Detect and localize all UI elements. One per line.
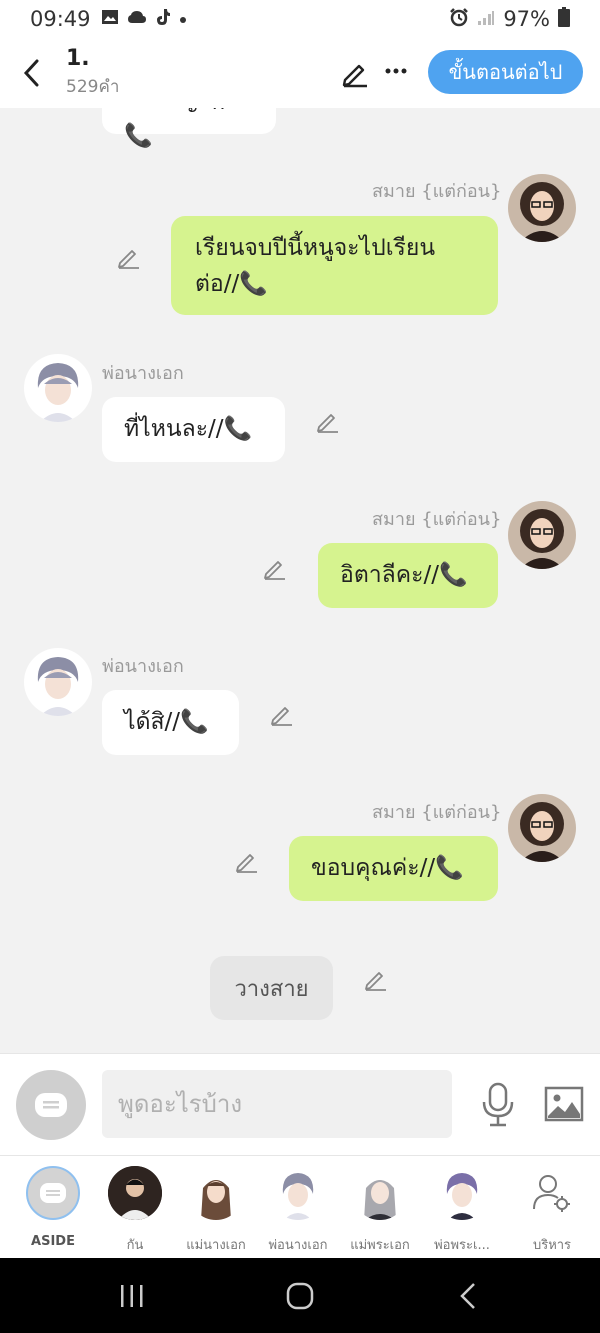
character-aside[interactable]: ASIDE — [13, 1166, 93, 1249]
battery-level: 97% — [503, 7, 550, 31]
speaker-name: สมาย {แต่ก่อน} — [372, 802, 502, 823]
message-text: จ่ายบัญชี//📞 — [124, 108, 229, 149]
home-button[interactable] — [280, 1278, 320, 1314]
avatar — [108, 1166, 162, 1220]
message-type-button[interactable] — [16, 1070, 86, 1140]
character-label: แม่นางเอก — [186, 1238, 246, 1253]
avatar — [353, 1166, 407, 1220]
recent-apps-button[interactable] — [112, 1278, 152, 1314]
edit-message-button[interactable] — [262, 555, 288, 581]
chat-bubble-icon — [40, 1183, 66, 1203]
edit-message-button[interactable] — [269, 701, 295, 727]
avatar-smile[interactable] — [508, 174, 576, 242]
avatar-smile[interactable] — [508, 794, 576, 862]
speaker-name: พ่อนางเอก — [102, 363, 184, 384]
character-label: แม่พระเอก — [350, 1238, 410, 1253]
chevron-left-icon — [23, 59, 39, 87]
speaker-name: พ่อนางเอก — [102, 656, 184, 677]
user-settings-icon — [525, 1166, 579, 1220]
system-message[interactable]: วางสาย — [210, 956, 333, 1020]
character-label: พ่อพระเ... — [434, 1238, 490, 1253]
message-bubble-outgoing[interactable]: ขอบคุณค่ะ//📞 — [289, 836, 498, 901]
message-input-bar — [0, 1053, 600, 1155]
chat-bubble-icon — [35, 1093, 67, 1117]
pencil-icon — [118, 250, 139, 269]
character-label: บริหาร — [532, 1238, 572, 1253]
battery-icon — [558, 6, 570, 32]
back-button[interactable] — [0, 38, 62, 108]
message-text: ที่ไหนละ//📞 — [124, 416, 253, 442]
pencil-icon — [264, 561, 285, 580]
image-icon — [544, 1086, 584, 1122]
edit-title-button[interactable] — [340, 58, 370, 88]
speaker-name: สมาย {แต่ก่อน} — [372, 509, 502, 530]
page-title: 1. — [66, 46, 90, 71]
message-text: ขอบคุณค่ะ//📞 — [311, 855, 464, 881]
more-button[interactable] — [385, 56, 407, 81]
tiktok-icon — [155, 8, 171, 31]
manage-characters-button[interactable]: บริหาร — [512, 1166, 592, 1255]
avatar — [435, 1166, 489, 1220]
avatar-smile[interactable] — [508, 501, 576, 569]
word-count: 529คำ — [66, 77, 120, 97]
message-bubble-incoming[interactable]: ได้สิ//📞 — [102, 690, 239, 755]
aside-avatar — [26, 1166, 80, 1220]
microphone-icon — [482, 1082, 514, 1127]
message-bubble-outgoing[interactable]: อิตาลีคะ//📞 — [318, 543, 498, 608]
message-bubble-outgoing[interactable]: เรียนจบปีนี้หนูจะไปเรียน ต่อ//📞 — [171, 216, 498, 315]
system-back-button[interactable] — [448, 1278, 488, 1314]
back-icon — [460, 1283, 475, 1309]
edit-message-button[interactable] — [363, 966, 389, 992]
home-icon — [286, 1282, 314, 1310]
message-bubble-incoming[interactable]: จ่ายบัญชี//📞 — [102, 108, 276, 149]
pencil-icon — [365, 972, 386, 991]
avatar — [271, 1166, 325, 1220]
title-block: 1. 529คำ — [66, 46, 119, 100]
message-text: ได้สิ//📞 — [124, 709, 209, 735]
signal-icon — [477, 7, 495, 31]
edit-message-button[interactable] — [234, 848, 260, 874]
edit-message-button[interactable] — [315, 408, 341, 434]
pencil-icon — [271, 707, 292, 726]
pencil-icon — [317, 414, 338, 433]
more-icon — [385, 68, 407, 74]
character-label: กัน — [126, 1238, 144, 1253]
message-text-line-2: ต่อ//📞 — [195, 271, 268, 297]
character-bar: ASIDE กัน แม่นางเอก พ่อนางเอก แม่พระเอก … — [0, 1155, 600, 1258]
app-header: 1. 529คำ ขั้นตอนต่อไป — [0, 38, 600, 108]
message-text-line-1: เรียนจบปีนี้หนูจะไปเรียน — [195, 235, 436, 261]
character-label: ASIDE — [31, 1234, 75, 1249]
pencil-icon — [342, 64, 367, 88]
image-button[interactable] — [544, 1084, 584, 1124]
status-bar: 09:49 97% — [0, 0, 600, 38]
avatar-father[interactable] — [24, 354, 92, 422]
dot-icon — [179, 9, 187, 29]
avatar — [189, 1166, 243, 1220]
speaker-name: สมาย {แต่ก่อน} — [372, 181, 502, 202]
alarm-icon — [449, 7, 469, 32]
character-heroine-mother[interactable]: แม่นางเอก — [176, 1166, 256, 1255]
edit-message-button[interactable] — [116, 244, 142, 270]
gallery-icon — [101, 9, 119, 30]
status-time: 09:49 — [30, 7, 91, 31]
microphone-button[interactable] — [478, 1082, 518, 1128]
cloud-icon — [127, 9, 147, 29]
character-hero-father[interactable]: พ่อพระเ... — [422, 1166, 502, 1255]
pencil-icon — [236, 854, 257, 873]
message-text: อิตาลีคะ//📞 — [340, 562, 468, 588]
chat-area[interactable]: จ่ายบัญชี//📞 สมาย {แต่ก่อน} เรียนจบปีนี้… — [0, 108, 600, 1053]
character-kan[interactable]: กัน — [95, 1166, 175, 1255]
message-bubble-incoming[interactable]: ที่ไหนละ//📞 — [102, 397, 285, 462]
avatar-father[interactable] — [24, 648, 92, 716]
message-input[interactable] — [102, 1070, 452, 1138]
character-hero-mother[interactable]: แม่พระเอก — [340, 1166, 420, 1255]
next-step-button[interactable]: ขั้นตอนต่อไป — [428, 50, 583, 94]
character-label: พ่อนางเอก — [268, 1238, 328, 1253]
character-heroine-father[interactable]: พ่อนางเอก — [258, 1166, 338, 1255]
recents-icon — [121, 1285, 143, 1307]
system-nav-bar — [0, 1258, 600, 1333]
